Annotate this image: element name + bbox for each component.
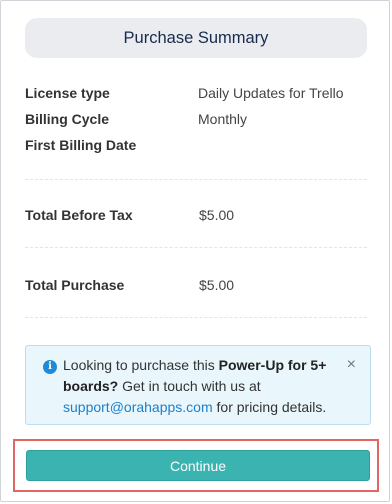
purchase-summary-header: Purchase Summary bbox=[25, 18, 367, 58]
divider bbox=[25, 317, 367, 318]
license-type-value: Daily Updates for Trello bbox=[198, 85, 344, 101]
page-title: Purchase Summary bbox=[123, 28, 269, 47]
continue-button[interactable]: Continue bbox=[26, 450, 370, 481]
close-icon[interactable]: × bbox=[347, 355, 356, 375]
total-before-tax-label: Total Before Tax bbox=[25, 207, 133, 223]
info-banner: i Looking to purchase this Power-Up for … bbox=[25, 345, 371, 425]
info-text-part: for pricing details. bbox=[212, 399, 327, 415]
total-purchase-label: Total Purchase bbox=[25, 277, 125, 293]
info-message: Looking to purchase this Power-Up for 5+… bbox=[63, 355, 335, 418]
info-text-part: Get in touch with us at bbox=[118, 378, 261, 394]
billing-cycle-value: Monthly bbox=[198, 111, 248, 127]
billing-cycle-label: Billing Cycle bbox=[25, 111, 110, 127]
total-purchase-value: $5.00 bbox=[199, 277, 235, 293]
info-icon: i bbox=[43, 360, 57, 374]
info-text-part: Looking to purchase this bbox=[63, 357, 219, 373]
license-type-label: License type bbox=[25, 85, 110, 101]
total-before-tax-value: $5.00 bbox=[199, 207, 235, 223]
first-billing-label: First Billing Date bbox=[25, 137, 137, 153]
modal-frame bbox=[0, 0, 390, 502]
support-email-link[interactable]: support@orahapps.com bbox=[63, 399, 213, 415]
divider bbox=[25, 179, 367, 180]
divider bbox=[25, 247, 367, 248]
